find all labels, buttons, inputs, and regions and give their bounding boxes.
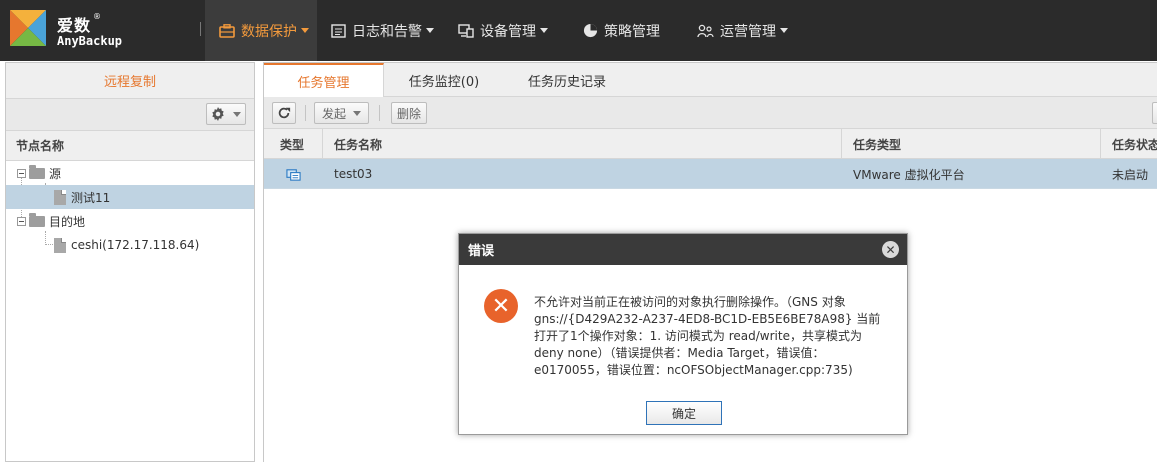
error-icon: ✕ <box>484 289 518 323</box>
error-dialog: 错误 ✕ ✕ 不允许对当前正在被访问的对象执行删除操作。（GNS 对象gns:/… <box>458 233 908 435</box>
dialog-title: 错误 <box>468 244 495 259</box>
ok-button[interactable]: 确定 <box>646 401 722 425</box>
dialog-title-bar: 错误 ✕ <box>459 234 907 265</box>
modal-overlay: 错误 ✕ ✕ 不允许对当前正在被访问的对象执行删除操作。（GNS 对象gns:/… <box>0 0 1157 462</box>
error-message: 不允许对当前正在被访问的对象执行删除操作。（GNS 对象gns://{D429A… <box>534 295 881 377</box>
close-icon[interactable]: ✕ <box>882 241 899 258</box>
